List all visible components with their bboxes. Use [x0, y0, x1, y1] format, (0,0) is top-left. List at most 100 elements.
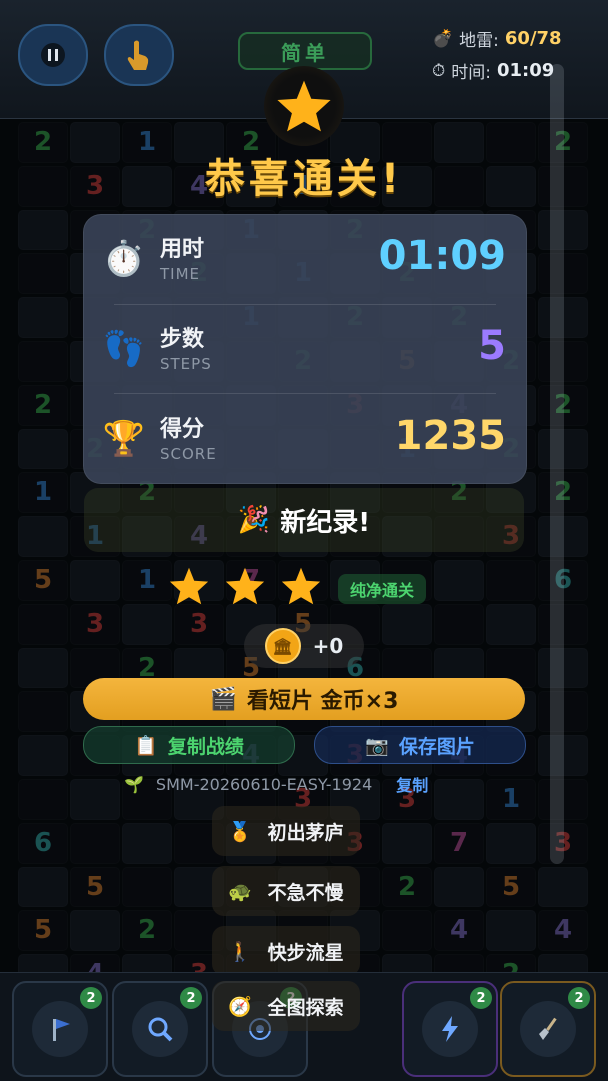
board-cell[interactable]: [122, 866, 172, 908]
board-cell[interactable]: 3: [70, 603, 120, 645]
board-cell[interactable]: [18, 253, 68, 295]
board-cell[interactable]: 2: [122, 910, 172, 952]
board-cell[interactable]: [18, 603, 68, 645]
save-image-button[interactable]: 📷 保存图片: [314, 726, 526, 764]
pure-clear-badge: 纯净通关: [338, 574, 427, 604]
watch-video-button[interactable]: 🎬 看短片 金币×3: [83, 678, 525, 720]
achievement-label: 不急不慢: [267, 881, 344, 904]
achievement-label: 初出茅庐: [267, 821, 344, 844]
walking-person-icon: 🚶: [228, 940, 252, 963]
pause-button[interactable]: [18, 24, 88, 86]
mine-icon: 💣: [432, 28, 454, 49]
lightning-tool-button[interactable]: 2: [402, 981, 498, 1077]
stat-row-steps: 👣 步数 STEPS 5: [84, 305, 526, 393]
board-cell[interactable]: [486, 822, 536, 864]
board-cell[interactable]: [70, 560, 120, 601]
achievement-item: 🏅 初出茅庐: [212, 806, 360, 856]
board-cell[interactable]: 7: [434, 822, 484, 864]
board-cell[interactable]: [486, 560, 536, 601]
board-cell[interactable]: [538, 866, 588, 908]
cell-number: 1: [501, 784, 521, 814]
board-cell[interactable]: 5: [486, 866, 536, 908]
star-icon: [277, 80, 331, 132]
board-cell[interactable]: [18, 647, 68, 689]
board-cell[interactable]: [70, 822, 120, 864]
board-cell[interactable]: [486, 603, 536, 645]
board-cell[interactable]: 5: [70, 866, 120, 908]
mines-label: 地雷:: [459, 31, 499, 51]
tap-mode-button[interactable]: [104, 24, 174, 86]
cell-number: 3: [189, 608, 209, 639]
magnifier-tool-button[interactable]: 2: [112, 981, 208, 1077]
copy-record-button[interactable]: 📋 复制战绩: [83, 726, 295, 764]
medal-icon: 🏅: [228, 820, 252, 843]
tool-count-badge: 2: [80, 987, 102, 1009]
board-cell[interactable]: [18, 866, 68, 908]
board-cell[interactable]: 5: [18, 910, 68, 952]
cell-number: 2: [33, 389, 53, 420]
board-cell[interactable]: 1: [486, 779, 536, 820]
board-cell[interactable]: [382, 822, 432, 864]
board-cell[interactable]: 2: [382, 866, 432, 908]
board-cell[interactable]: [18, 209, 68, 251]
flag-icon: [53, 1019, 70, 1041]
lightning-icon: [442, 1016, 458, 1042]
achievement-item: 🧭 全图探索: [212, 981, 360, 1031]
magnifier-icon: [148, 1017, 173, 1042]
board-cell[interactable]: 2: [18, 384, 68, 426]
board-cell[interactable]: [434, 603, 484, 645]
board-cell[interactable]: [434, 779, 484, 820]
compass-icon: 🧭: [228, 995, 252, 1018]
tool-count-badge: 2: [470, 987, 492, 1009]
achievement-item: 🐢 不急不慢: [212, 866, 360, 916]
board-cell[interactable]: [18, 691, 68, 733]
achievement-label: 快步流星: [267, 941, 344, 964]
board-cell[interactable]: [18, 516, 68, 557]
stat-value-steps: 5: [478, 323, 506, 369]
star-rating: [168, 566, 322, 606]
board-cell[interactable]: 1: [18, 472, 68, 514]
board-cell[interactable]: [434, 866, 484, 908]
stat-sublabel: TIME: [160, 265, 201, 283]
board-cell[interactable]: [70, 910, 120, 952]
board-cell[interactable]: 4: [434, 910, 484, 952]
shovel-icon: [539, 1017, 557, 1040]
divider: [114, 393, 496, 394]
stat-row-score: 🏆 得分 SCORE 1235: [84, 395, 526, 483]
tool-bar: 2 2 2 2 2 🧭 全图探索: [0, 972, 608, 1081]
board-cell[interactable]: [382, 910, 432, 952]
cell-number: 5: [501, 871, 521, 902]
trophy-icon: 🏆: [102, 419, 146, 459]
cell-number: 5: [33, 565, 53, 595]
board-cell[interactable]: [122, 822, 172, 864]
board-cell[interactable]: 3: [174, 603, 224, 645]
mines-value: 60/78: [504, 28, 562, 49]
clipboard-icon: 📋: [134, 734, 158, 757]
time-label: 时间:: [451, 63, 491, 83]
flag-tool-button[interactable]: 2: [12, 981, 108, 1077]
board-cell[interactable]: [18, 297, 68, 338]
tool-count-badge: 2: [568, 987, 590, 1009]
board-cell[interactable]: [18, 735, 68, 776]
board-cell[interactable]: 6: [18, 822, 68, 864]
board-cell[interactable]: 5: [18, 560, 68, 601]
camera-icon: 📷: [365, 734, 389, 757]
board-cell[interactable]: 1: [122, 560, 172, 601]
board-cell[interactable]: [18, 341, 68, 382]
board-cell[interactable]: [18, 428, 68, 470]
board-cell[interactable]: [70, 779, 120, 820]
board-cell[interactable]: [486, 910, 536, 952]
board-cell[interactable]: [382, 603, 432, 645]
board-cell[interactable]: [18, 779, 68, 820]
cell-number: 2: [397, 871, 417, 902]
shovel-tool-button[interactable]: 2: [500, 981, 596, 1077]
cell-number: 1: [137, 565, 157, 595]
copy-seed-button[interactable]: 复制: [396, 772, 428, 796]
cell-number: 6: [33, 827, 53, 858]
board-cell[interactable]: [434, 560, 484, 601]
board-cell[interactable]: 4: [538, 910, 588, 952]
save-image-label: 保存图片: [398, 735, 475, 758]
pause-icon: [41, 43, 65, 67]
board-cell[interactable]: [122, 603, 172, 645]
coin-icon: 🏛: [264, 628, 301, 664]
